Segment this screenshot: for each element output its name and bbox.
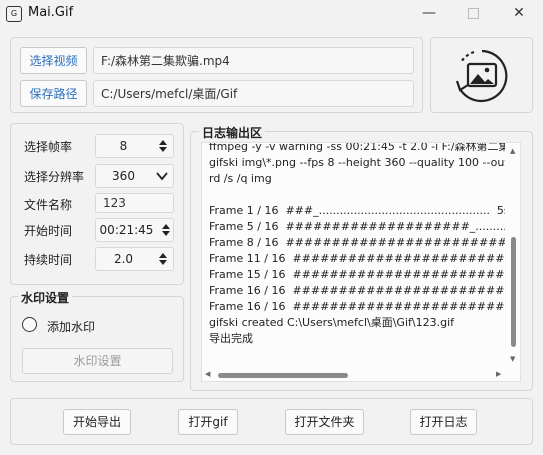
- watermark-group: 水印设置 添加水印 水印设置: [10, 289, 184, 382]
- start-time-spinbox[interactable]: 00:21:45: [95, 218, 174, 242]
- decrement-icon[interactable]: [159, 260, 167, 265]
- decrement-icon[interactable]: [159, 147, 167, 152]
- minimize-icon[interactable]: —: [407, 2, 451, 26]
- chevron-down-icon: [156, 172, 168, 181]
- start-export-button[interactable]: 开始导出: [63, 409, 131, 435]
- window-title: Mai.Gif: [28, 5, 74, 20]
- log-group: 日志输出区 ffmpeg -y -v warning -ss 00:21:45 …: [190, 124, 533, 391]
- select-video-button[interactable]: 选择视频: [20, 47, 87, 74]
- open-folder-button[interactable]: 打开文件夹: [285, 409, 364, 435]
- scroll-right-icon[interactable]: ▶: [496, 370, 501, 378]
- settings-panel: 选择帧率 8 选择分辨率 360 文件名称 123 开始时间 00:21:45 …: [10, 123, 184, 285]
- log-title: 日志输出区: [199, 124, 266, 141]
- duration-value: 2.0: [113, 252, 134, 266]
- log-line: gifski created C:\Users\mefcl\桌面\Gif\123…: [209, 316, 454, 329]
- log-line: rd /s /q img: [209, 172, 272, 185]
- log-vertical-scrollbar[interactable]: ▲ ▼: [507, 145, 519, 367]
- open-log-button[interactable]: 打开日志: [410, 409, 477, 435]
- add-watermark-radio[interactable]: [22, 317, 37, 332]
- file-name-input[interactable]: 123: [95, 193, 174, 213]
- log-line: Frame 16 / 16 ##########################…: [209, 284, 505, 297]
- title-bar: G Mai.Gif — ✕: [0, 0, 543, 28]
- scroll-left-icon[interactable]: ◀: [205, 370, 210, 378]
- start-time-label: 开始时间: [24, 224, 73, 238]
- close-icon[interactable]: ✕: [497, 2, 541, 26]
- save-path-button[interactable]: 保存路径: [20, 80, 87, 107]
- save-path-field[interactable]: C:/Users/mefcl/桌面/Gif: [93, 80, 414, 107]
- frame-rate-spinbox[interactable]: 8: [95, 134, 174, 158]
- log-text: ffmpeg -y -v warning -ss 00:21:45 -t 2.0…: [209, 143, 505, 366]
- horizontal-scroll-thumb[interactable]: [218, 373, 348, 378]
- open-gif-button[interactable]: 打开gif: [178, 409, 238, 435]
- actions-panel: 开始导出 打开gif 打开文件夹 打开日志: [10, 398, 533, 445]
- resolution-select[interactable]: 360: [95, 164, 174, 188]
- watermark-settings-button[interactable]: 水印设置: [22, 348, 173, 374]
- increment-icon[interactable]: [159, 140, 167, 145]
- increment-icon[interactable]: [159, 253, 167, 258]
- log-line: 导出完成: [209, 332, 253, 345]
- log-horizontal-scrollbar[interactable]: ◀ ▶: [204, 369, 506, 381]
- image-refresh-icon: [455, 49, 508, 103]
- video-path-field[interactable]: F:/森林第二集欺骗.mp4: [93, 47, 414, 74]
- decrement-icon[interactable]: [162, 231, 170, 236]
- log-line: Frame 8 / 16 ###########################…: [209, 236, 505, 249]
- app-logo-icon: G: [6, 6, 22, 22]
- resolution-value: 360: [112, 169, 135, 183]
- log-line: Frame 11 / 16 ##########################…: [209, 252, 505, 265]
- file-name-label: 文件名称: [24, 198, 73, 212]
- paths-panel: 选择视频 F:/森林第二集欺骗.mp4 保存路径 C:/Users/mefcl/…: [10, 37, 423, 113]
- preview-panel[interactable]: [430, 37, 533, 113]
- frame-rate-label: 选择帧率: [24, 140, 73, 154]
- scroll-up-icon[interactable]: ▲: [510, 147, 515, 155]
- duration-spinbox[interactable]: 2.0: [95, 247, 174, 271]
- increment-icon[interactable]: [162, 224, 170, 229]
- log-line: gifski img\*.png --fps 8 --height 360 --…: [209, 156, 505, 169]
- log-line: ffmpeg -y -v warning -ss 00:21:45 -t 2.0…: [209, 143, 505, 153]
- watermark-group-title: 水印设置: [18, 289, 73, 306]
- log-line: Frame 1 / 16 ###_.......................…: [209, 204, 505, 217]
- scroll-down-icon[interactable]: ▼: [510, 355, 515, 363]
- duration-label: 持续时间: [24, 253, 73, 267]
- log-line: Frame 5 / 16 ####################_......…: [209, 220, 505, 233]
- frame-rate-value: 8: [119, 139, 128, 153]
- log-line: Frame 15 / 16 ##########################…: [209, 268, 505, 281]
- maximize-icon[interactable]: [451, 2, 495, 26]
- start-time-value: 00:21:45: [99, 223, 154, 237]
- vertical-scroll-thumb[interactable]: [511, 237, 516, 347]
- log-output[interactable]: ffmpeg -y -v warning -ss 00:21:45 -t 2.0…: [201, 142, 521, 382]
- add-watermark-label: 添加水印: [47, 320, 96, 334]
- resolution-label: 选择分辨率: [24, 170, 85, 184]
- log-line: Frame 16 / 16 ##########################…: [209, 300, 505, 313]
